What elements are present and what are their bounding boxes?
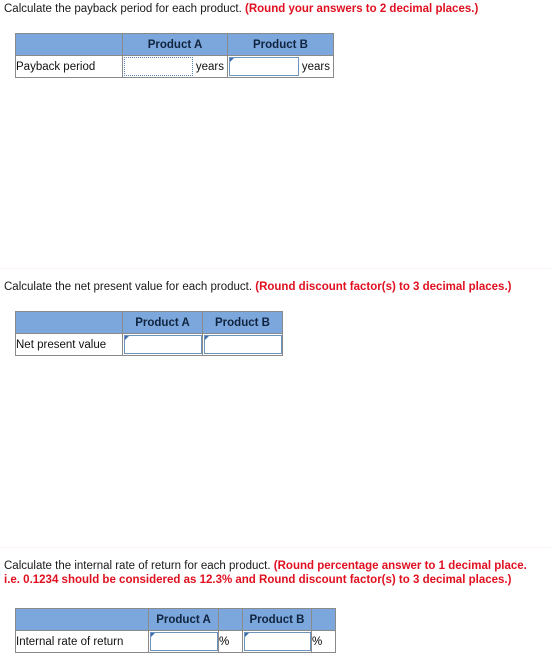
payback-product-a-unit: years — [192, 56, 227, 77]
table-row: Payback period years years — [15, 55, 334, 78]
payback-product-b-input[interactable] — [229, 57, 299, 76]
npv-product-a-input[interactable] — [124, 335, 202, 354]
npv-header-product-a: Product A — [122, 311, 203, 334]
irr-header-blank — [15, 608, 149, 631]
question-note-irr: (Round percentage answer to 1 decimal pl… — [273, 560, 527, 572]
irr-table: Product A Product B Internal rate of ret… — [15, 608, 336, 653]
irr-header-product-a: Product A — [148, 608, 219, 631]
input-marker-icon — [125, 336, 129, 340]
input-marker-icon — [205, 336, 209, 340]
worksheet-page: Calculate the payback period for each pr… — [0, 0, 551, 657]
table-row: Internal rate of return % % — [15, 630, 336, 653]
irr-row-label: Internal rate of return — [15, 630, 149, 653]
question-text-irr: Calculate the internal rate of return fo… — [4, 560, 271, 572]
table-header-row: Product A Product B — [15, 311, 283, 334]
question-text-npv: Calculate the net present value for each… — [4, 281, 253, 293]
question-prompt-payback: Calculate the payback period for each pr… — [4, 2, 478, 16]
question-prompt-npv: Calculate the net present value for each… — [4, 280, 511, 294]
table-header-row: Product A Product B — [15, 33, 334, 56]
section-divider — [0, 547, 551, 548]
payback-product-b-unit: years — [298, 56, 333, 77]
npv-header-blank — [15, 311, 123, 334]
payback-header-product-a: Product A — [122, 33, 228, 56]
irr-product-b-unit: % — [311, 630, 336, 653]
npv-product-b-cell — [202, 333, 283, 356]
question-note-payback: (Round your answers to 2 decimal places.… — [245, 3, 479, 15]
irr-header-product-b: Product B — [242, 608, 312, 631]
question-note-npv: (Round discount factor(s) to 3 decimal p… — [255, 281, 512, 293]
question-text-payback: Calculate the payback period for each pr… — [4, 3, 242, 15]
input-marker-icon — [151, 633, 155, 637]
question-note-irr-line2: i.e. 0.1234 should be considered as 12.3… — [4, 574, 512, 586]
irr-product-b-cell — [242, 630, 312, 653]
section-divider — [0, 268, 551, 269]
npv-product-a-cell — [122, 333, 203, 356]
npv-row-label: Net present value — [15, 333, 123, 356]
table-header-row: Product A Product B — [15, 608, 336, 631]
table-row: Net present value — [15, 333, 283, 356]
irr-header-unit-b — [311, 608, 336, 631]
npv-table: Product A Product B Net present value — [15, 311, 283, 356]
irr-product-a-input[interactable] — [150, 632, 218, 651]
payback-product-a-cell: years — [122, 55, 228, 78]
payback-row-label: Payback period — [15, 55, 123, 78]
irr-product-a-cell — [148, 630, 219, 653]
npv-header-product-b: Product B — [202, 311, 283, 334]
payback-table: Product A Product B Payback period years — [15, 33, 334, 78]
irr-product-a-unit: % — [218, 630, 243, 653]
payback-product-b-cell: years — [227, 55, 334, 78]
question-prompt-irr: Calculate the internal rate of return fo… — [4, 559, 527, 587]
payback-header-blank — [15, 33, 123, 56]
input-marker-icon — [245, 633, 249, 637]
payback-product-a-input[interactable] — [124, 57, 193, 76]
irr-header-unit-a — [218, 608, 243, 631]
irr-product-b-input[interactable] — [244, 632, 311, 651]
npv-product-b-input[interactable] — [204, 335, 282, 354]
input-marker-icon — [230, 58, 234, 62]
payback-header-product-b: Product B — [227, 33, 334, 56]
